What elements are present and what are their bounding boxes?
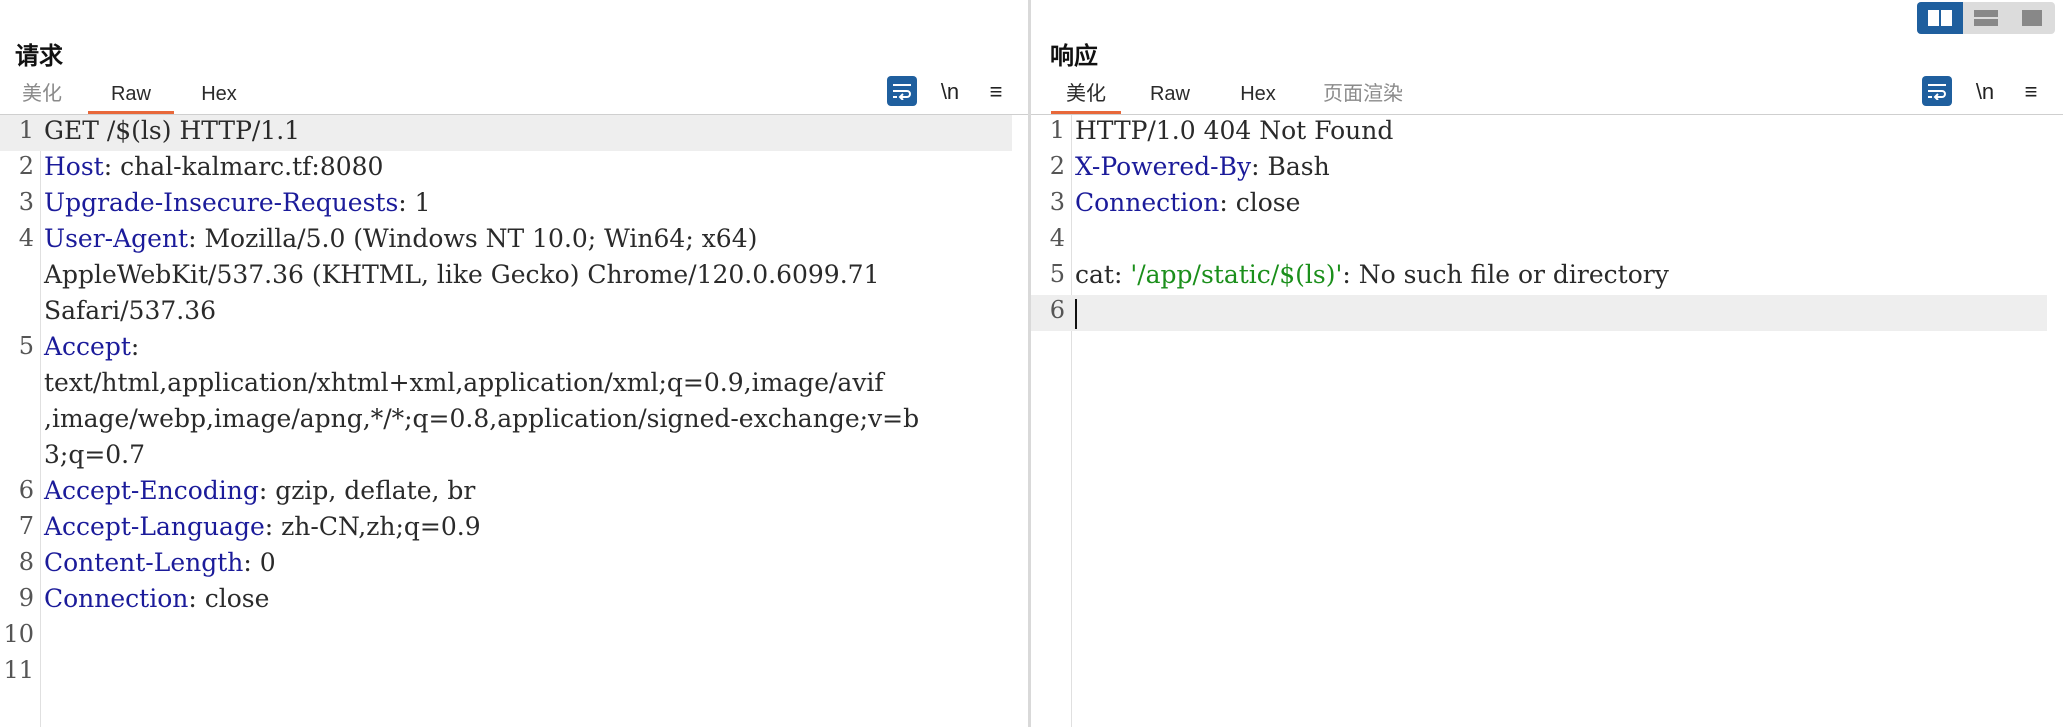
code-line: 2 X-Powered-By: Bash bbox=[1049, 152, 1330, 181]
header-value-wrap: 3;q=0.7 bbox=[44, 440, 146, 469]
header-value: : gzip, deflate, br bbox=[258, 476, 476, 505]
code-line: 1 HTTP/1.0 404 Not Found bbox=[1031, 115, 2063, 151]
code-line: 9 Connection: close bbox=[18, 584, 270, 613]
header-name: Content-Length bbox=[44, 548, 244, 577]
response-menu-icon[interactable]: ≡ bbox=[2017, 76, 2045, 108]
header-value-wrap: AppleWebKit/537.36 (KHTML, like Gecko) C… bbox=[44, 260, 880, 289]
code-line: 7 Accept-Language: zh-CN,zh;q=0.9 bbox=[18, 512, 481, 541]
header-value: : close bbox=[1219, 188, 1301, 217]
request-editor[interactable]: 1 GET /$(ls) HTTP/1.1 2 Host: chal-kalma… bbox=[0, 115, 1028, 727]
header-name: Accept-Encoding bbox=[44, 476, 259, 505]
text-caret bbox=[1075, 298, 1077, 329]
header-name: X-Powered-By bbox=[1075, 152, 1252, 181]
request-title: 请求 bbox=[15, 43, 63, 70]
code-line: 5 cat: '/app/static/$(ls)': No such file… bbox=[1049, 260, 1669, 289]
code-line: 4 bbox=[1049, 224, 1065, 252]
code-line: 4 User-Agent: Mozilla/5.0 (Windows NT 10… bbox=[0, 223, 1028, 331]
request-tab-raw[interactable]: Raw bbox=[88, 76, 174, 114]
request-line: GET /$(ls) HTTP/1.1 bbox=[44, 116, 301, 145]
request-tab-pretty[interactable]: 美化 bbox=[18, 76, 66, 113]
header-value: : 1 bbox=[398, 188, 431, 217]
header-value: : close bbox=[188, 584, 270, 613]
code-line: 3 Upgrade-Insecure-Requests: 1 bbox=[18, 188, 431, 217]
header-name: Host bbox=[44, 152, 104, 181]
response-wrap-toggle[interactable] bbox=[1922, 76, 1952, 106]
request-pane: 请求 美化 Raw Hex \n ≡ 1 GET /$(ls) HTTP/1.1… bbox=[0, 0, 1028, 727]
header-value: : chal-kalmarc.tf:8080 bbox=[103, 152, 384, 181]
header-value-wrap: Safari/537.36 bbox=[44, 296, 217, 325]
request-tabs: 美化 Raw Hex bbox=[0, 76, 1028, 115]
word-wrap-icon bbox=[1928, 84, 1946, 100]
header-name: User-Agent bbox=[44, 224, 189, 253]
header-name: Accept bbox=[44, 332, 131, 361]
response-tabs: 美化 Raw Hex 页面渲染 bbox=[1031, 76, 2063, 115]
code-line: 8 Content-Length: 0 bbox=[18, 548, 276, 577]
code-line: 11 bbox=[3, 656, 34, 684]
status-line: HTTP/1.0 404 Not Found bbox=[1075, 116, 1394, 145]
code-line: 2 Host: chal-kalmarc.tf:8080 bbox=[18, 152, 384, 181]
response-tab-raw[interactable]: Raw bbox=[1143, 76, 1197, 113]
response-title: 响应 bbox=[1050, 43, 1098, 70]
body-text: cat: bbox=[1075, 260, 1131, 289]
response-editor[interactable]: 1 HTTP/1.0 404 Not Found 2 X-Powered-By:… bbox=[1031, 115, 2063, 727]
body-string: '/app/static/$(ls)' bbox=[1130, 260, 1343, 289]
body-text: : No such file or directory bbox=[1342, 260, 1669, 289]
header-value-wrap: ,image/webp,image/apng,*/*;q=0.8,applica… bbox=[44, 404, 920, 433]
header-value-wrap: text/html,application/xhtml+xml,applicat… bbox=[44, 368, 884, 397]
response-pane: 响应 美化 Raw Hex 页面渲染 \n ≡ 1 HTTP/1.0 404 N… bbox=[1031, 0, 2063, 727]
header-name: Connection bbox=[1075, 188, 1220, 217]
code-line: 6 bbox=[1031, 295, 2047, 331]
header-name: Accept-Language bbox=[44, 512, 265, 541]
request-newline-toggle[interactable]: \n bbox=[938, 76, 962, 108]
code-line: 1 GET /$(ls) HTTP/1.1 bbox=[0, 115, 1012, 151]
response-tab-pretty[interactable]: 美化 bbox=[1051, 76, 1121, 114]
response-tab-hex[interactable]: Hex bbox=[1231, 76, 1285, 113]
header-value: : zh-CN,zh;q=0.9 bbox=[264, 512, 481, 541]
request-tab-hex[interactable]: Hex bbox=[192, 76, 246, 113]
code-line: 10 bbox=[3, 620, 34, 648]
header-name: Connection bbox=[44, 584, 189, 613]
response-newline-toggle[interactable]: \n bbox=[1973, 76, 1997, 108]
header-value: : Bash bbox=[1251, 152, 1330, 181]
header-value: : bbox=[130, 332, 140, 361]
request-wrap-toggle[interactable] bbox=[887, 76, 917, 106]
request-menu-icon[interactable]: ≡ bbox=[982, 76, 1010, 108]
code-line: 5 Accept: text/html,application/xhtml+xm… bbox=[0, 331, 1028, 475]
word-wrap-icon bbox=[893, 84, 911, 100]
header-value: : Mozilla/5.0 (Windows NT 10.0; Win64; x… bbox=[188, 224, 758, 253]
code-line: 3 Connection: close bbox=[1049, 188, 1301, 217]
code-line: 6 Accept-Encoding: gzip, deflate, br bbox=[18, 476, 476, 505]
header-value: : 0 bbox=[243, 548, 276, 577]
header-name: Upgrade-Insecure-Requests bbox=[44, 188, 399, 217]
response-tab-render[interactable]: 页面渲染 bbox=[1315, 76, 1411, 113]
